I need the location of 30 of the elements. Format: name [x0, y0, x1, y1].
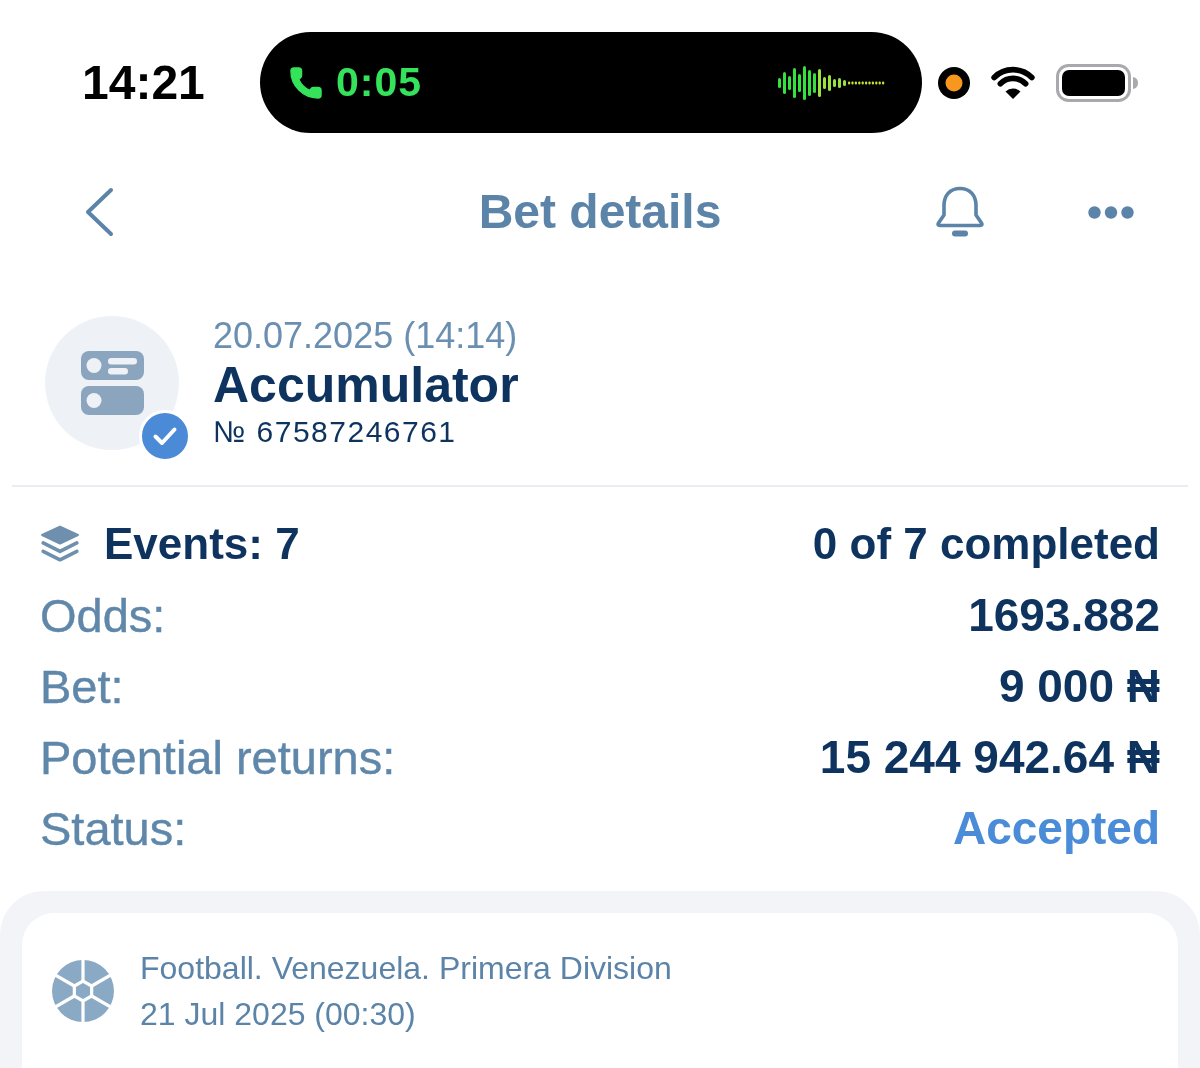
event-league: Football. Venezuela. Primera Division — [140, 949, 672, 988]
event-date: 21 Jul 2025 (00:30) — [140, 995, 417, 1034]
status-time: 14:21 — [82, 58, 205, 107]
football-icon — [52, 960, 114, 1022]
waveform-icon — [776, 65, 886, 100]
wifi-icon — [989, 64, 1037, 101]
phone-icon — [288, 64, 324, 101]
detail-label: Status: — [40, 802, 187, 855]
detail-label: Odds: — [40, 589, 166, 642]
more-icon[interactable] — [1088, 205, 1134, 219]
detail-value: 1693.882 — [968, 590, 1160, 641]
check-badge-icon — [139, 410, 191, 462]
completed-count: 0 of 7 completed — [812, 520, 1160, 569]
back-icon[interactable] — [84, 187, 114, 237]
detail-value: 15 244 942.64 ₦ — [819, 732, 1160, 783]
events-count: Events: 7 — [104, 520, 300, 569]
detail-label: Potential returns: — [40, 731, 396, 784]
bet-type: Accumulator — [213, 357, 519, 413]
battery-icon — [1056, 63, 1138, 102]
call-duration: 0:05 — [336, 62, 423, 103]
recording-dot-icon — [938, 66, 970, 99]
bet-date: 20.07.2025 (14:14) — [213, 315, 519, 357]
bell-icon[interactable] — [933, 185, 987, 239]
detail-value: Accepted — [952, 803, 1160, 854]
detail-label: Bet: — [40, 660, 124, 713]
detail-value: 9 000 ₦ — [998, 661, 1160, 712]
layers-icon — [40, 525, 80, 564]
bet-number: № 67587246761 — [213, 414, 458, 450]
bet-slip-icon — [45, 316, 179, 450]
page-title: Bet details — [478, 185, 722, 239]
